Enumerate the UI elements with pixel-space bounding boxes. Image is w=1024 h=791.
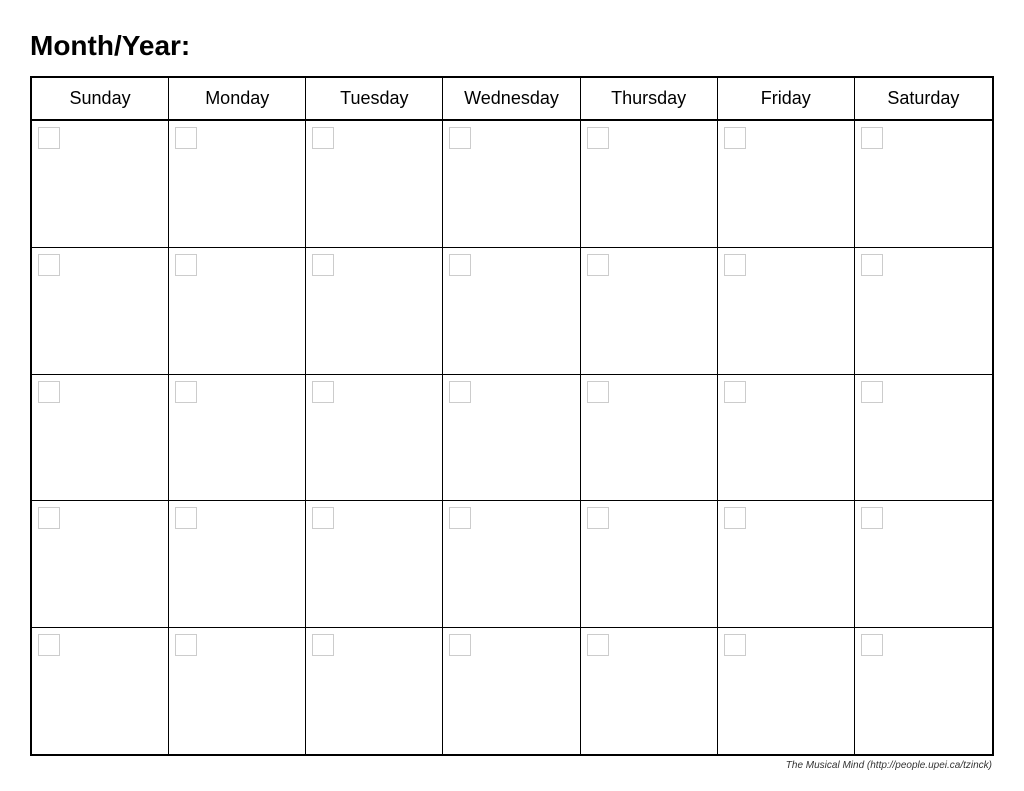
calendar-cell[interactable] (32, 628, 169, 754)
date-number-box (587, 127, 609, 149)
header-day-saturday: Saturday (855, 78, 992, 119)
date-number-box (312, 507, 334, 529)
date-number-box (449, 507, 471, 529)
date-number-box (587, 507, 609, 529)
calendar-cell[interactable] (32, 375, 169, 501)
calendar-wrapper: SundayMondayTuesdayWednesdayThursdayFrid… (30, 76, 994, 756)
calendar-row (32, 121, 992, 248)
calendar-cell[interactable] (581, 501, 718, 627)
date-number-box (38, 507, 60, 529)
calendar-cell[interactable] (443, 501, 580, 627)
calendar-body (32, 121, 992, 754)
date-number-box (724, 634, 746, 656)
date-number-box (724, 381, 746, 403)
calendar-cell[interactable] (169, 628, 306, 754)
calendar-cell[interactable] (581, 375, 718, 501)
calendar-cell[interactable] (32, 501, 169, 627)
calendar-cell[interactable] (169, 375, 306, 501)
date-number-box (449, 634, 471, 656)
date-number-box (38, 127, 60, 149)
calendar-cell[interactable] (718, 248, 855, 374)
date-number-box (449, 127, 471, 149)
date-number-box (38, 634, 60, 656)
calendar-cell[interactable] (306, 248, 443, 374)
date-number-box (587, 254, 609, 276)
calendar-cell[interactable] (855, 121, 992, 247)
calendar-cell[interactable] (32, 248, 169, 374)
calendar-header: SundayMondayTuesdayWednesdayThursdayFrid… (32, 78, 992, 121)
footer-credit: The Musical Mind (http://people.upei.ca/… (30, 760, 994, 771)
calendar-cell[interactable] (718, 501, 855, 627)
calendar: SundayMondayTuesdayWednesdayThursdayFrid… (30, 76, 994, 756)
header-day-thursday: Thursday (581, 78, 718, 119)
date-number-box (175, 254, 197, 276)
date-number-box (38, 254, 60, 276)
calendar-cell[interactable] (855, 501, 992, 627)
calendar-cell[interactable] (443, 628, 580, 754)
date-number-box (175, 127, 197, 149)
calendar-cell[interactable] (169, 501, 306, 627)
calendar-cell[interactable] (306, 501, 443, 627)
calendar-cell[interactable] (32, 121, 169, 247)
calendar-cell[interactable] (306, 121, 443, 247)
date-number-box (312, 634, 334, 656)
calendar-cell[interactable] (718, 121, 855, 247)
calendar-cell[interactable] (855, 628, 992, 754)
date-number-box (175, 507, 197, 529)
date-number-box (175, 381, 197, 403)
header-day-friday: Friday (718, 78, 855, 119)
calendar-row (32, 628, 992, 754)
date-number-box (312, 127, 334, 149)
date-number-box (449, 381, 471, 403)
calendar-cell[interactable] (443, 248, 580, 374)
calendar-row (32, 248, 992, 375)
date-number-box (38, 381, 60, 403)
calendar-cell[interactable] (443, 375, 580, 501)
date-number-box (587, 381, 609, 403)
calendar-cell[interactable] (443, 121, 580, 247)
calendar-cell[interactable] (581, 628, 718, 754)
date-number-box (861, 381, 883, 403)
calendar-cell[interactable] (581, 248, 718, 374)
date-number-box (724, 507, 746, 529)
date-number-box (312, 381, 334, 403)
header-day-monday: Monday (169, 78, 306, 119)
page: Month/Year: SundayMondayTuesdayWednesday… (0, 0, 1024, 791)
calendar-cell[interactable] (581, 121, 718, 247)
calendar-cell[interactable] (169, 121, 306, 247)
calendar-cell[interactable] (855, 375, 992, 501)
month-year-label[interactable]: Month/Year: (30, 30, 994, 62)
header-day-wednesday: Wednesday (443, 78, 580, 119)
date-number-box (861, 127, 883, 149)
calendar-cell[interactable] (306, 375, 443, 501)
calendar-cell[interactable] (855, 248, 992, 374)
date-number-box (724, 127, 746, 149)
date-number-box (861, 507, 883, 529)
calendar-cell[interactable] (718, 375, 855, 501)
header-day-sunday: Sunday (32, 78, 169, 119)
calendar-row (32, 375, 992, 502)
header-day-tuesday: Tuesday (306, 78, 443, 119)
date-number-box (175, 634, 197, 656)
calendar-cell[interactable] (306, 628, 443, 754)
calendar-row (32, 501, 992, 628)
date-number-box (587, 634, 609, 656)
date-number-box (861, 634, 883, 656)
date-number-box (312, 254, 334, 276)
calendar-cell[interactable] (718, 628, 855, 754)
date-number-box (861, 254, 883, 276)
date-number-box (449, 254, 471, 276)
calendar-cell[interactable] (169, 248, 306, 374)
date-number-box (724, 254, 746, 276)
